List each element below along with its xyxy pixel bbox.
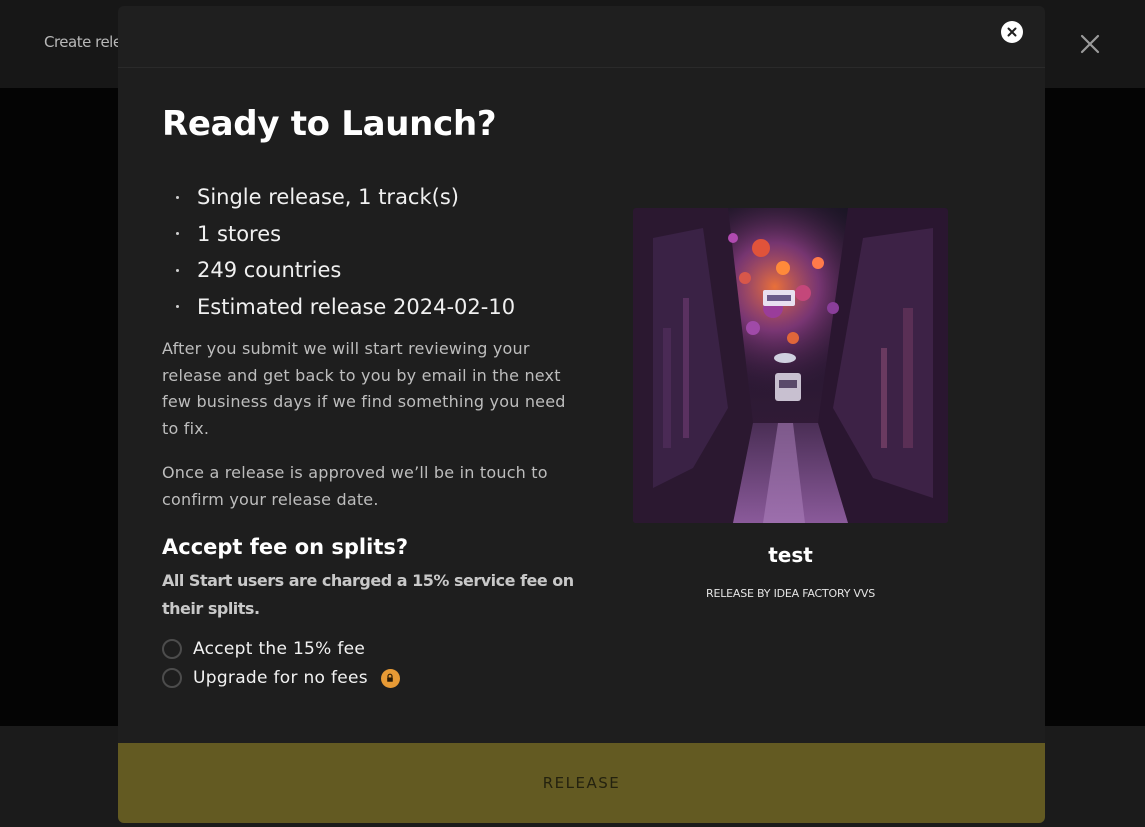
close-circle-icon[interactable]: [1001, 21, 1023, 43]
modal-heading: Ready to Launch?: [162, 104, 497, 144]
modal-header: [118, 6, 1045, 68]
fee-description: All Start users are charged a 15% servic…: [162, 571, 574, 618]
release-artist: RELEASE BY IDEA FACTORY VVS: [706, 587, 875, 600]
upgrade-radio[interactable]: [162, 668, 182, 688]
accept-fee-label[interactable]: Accept the 15% fee: [193, 639, 365, 659]
release-button[interactable]: RELEASE: [118, 743, 1045, 823]
list-item: 1 stores: [176, 216, 515, 253]
bullet-icon: [176, 268, 179, 272]
list-item: 249 countries: [176, 252, 515, 289]
artwork-image: [633, 208, 948, 523]
bullet-icon: [176, 305, 179, 309]
bullet-icon: [176, 195, 179, 199]
list-item: Single release, 1 track(s): [176, 179, 515, 216]
summary-item-label: 1 stores: [197, 221, 282, 246]
review-info-text: After you submit we will start reviewing…: [162, 339, 566, 438]
close-icon[interactable]: [1076, 30, 1104, 58]
accept-fee-option[interactable]: Accept the 15% fee: [162, 639, 365, 659]
upgrade-label[interactable]: Upgrade for no fees: [193, 668, 368, 688]
release-confirm-modal: Ready to Launch? Single release, 1 track…: [118, 6, 1045, 823]
summary-item-label: Estimated release 2024-02-10: [197, 294, 516, 319]
lock-icon: [380, 668, 400, 688]
release-summary-list: Single release, 1 track(s) 1 stores 249 …: [176, 179, 515, 325]
summary-item-label: 249 countries: [197, 258, 342, 283]
list-item: Estimated release 2024-02-10: [176, 289, 515, 326]
accept-fee-radio[interactable]: [162, 639, 182, 659]
approval-info-text: Once a release is approved we’ll be in t…: [162, 463, 548, 509]
summary-item-label: Single release, 1 track(s): [197, 185, 459, 210]
bullet-icon: [176, 232, 179, 236]
upgrade-option[interactable]: Upgrade for no fees: [162, 668, 400, 688]
release-title: test: [768, 543, 813, 567]
fee-heading: Accept fee on splits?: [162, 535, 409, 559]
